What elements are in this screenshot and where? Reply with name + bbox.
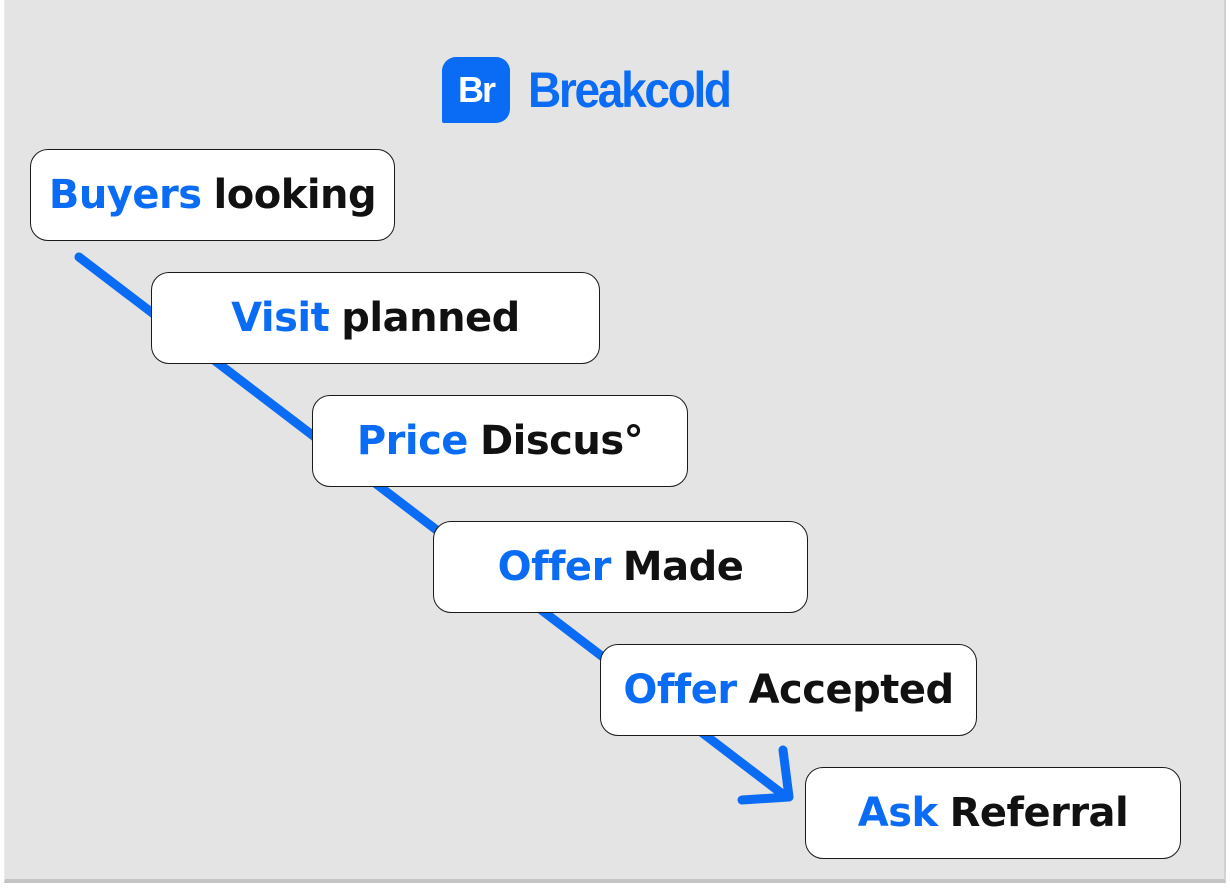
step-label: Made [622, 544, 744, 590]
pipeline-step-offer-made: Offer Made [433, 521, 808, 613]
pipeline-step-buyers-looking: Buyers looking [30, 149, 395, 241]
pipeline-step-visit-planned: Visit planned [151, 272, 600, 364]
step-keyword: Ask [857, 790, 938, 836]
step-keyword: Price [356, 418, 469, 464]
step-keyword: Offer [623, 667, 737, 713]
pipeline-step-ask-referral: Ask Referral [805, 767, 1181, 859]
step-label: Accepted [748, 667, 955, 713]
step-label: Discus° [479, 418, 644, 464]
pipeline-step-offer-accepted: Offer Accepted [600, 644, 977, 736]
step-label: planned [341, 295, 520, 341]
pipeline-step-price-discussion: Price Discus° [312, 395, 688, 487]
step-label: Referral [949, 790, 1129, 836]
step-label: looking [213, 172, 377, 218]
step-keyword: Offer [497, 544, 612, 590]
step-keyword: Buyers [48, 172, 202, 218]
step-keyword: Visit [231, 295, 330, 341]
